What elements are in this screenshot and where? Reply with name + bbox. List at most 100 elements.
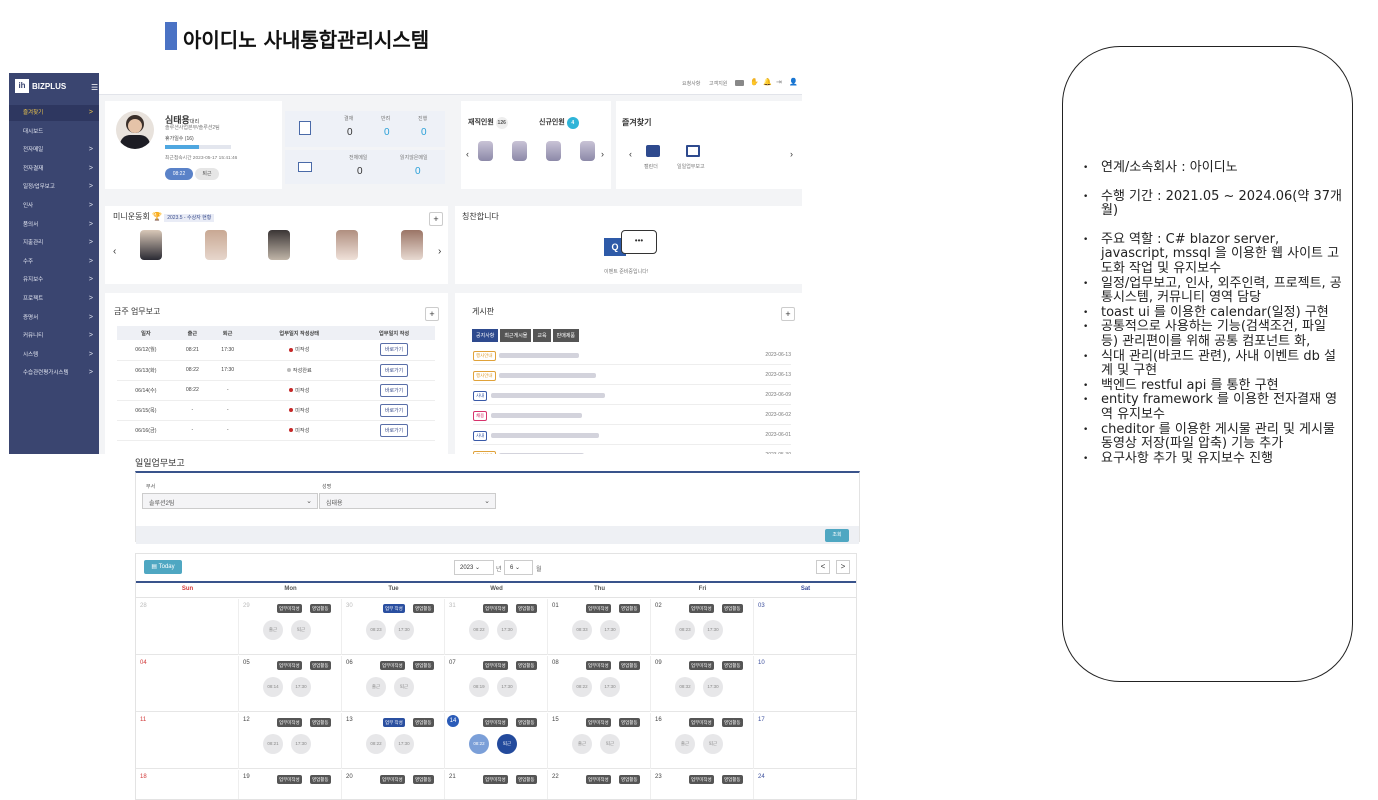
rejected-count[interactable]: 0 xyxy=(384,127,390,138)
sidebar-item[interactable]: 증명서 > xyxy=(9,310,99,326)
sales-activity-tag[interactable]: 영업활동 xyxy=(310,661,331,670)
sidebar-item[interactable]: 지출관리 > xyxy=(9,235,99,251)
calendar-day[interactable]: 08 업무미작성 영업활동 08:22 17:30 xyxy=(548,656,651,712)
sidebar-item[interactable]: 전자메일 > xyxy=(9,142,99,158)
menu-collapse-icon[interactable]: ☰ xyxy=(91,83,98,92)
report-status-tag[interactable]: 업무미작성 xyxy=(277,775,302,784)
report-status-tag[interactable]: 업무미작성 xyxy=(277,718,302,727)
board-tab[interactable]: 판매제품 xyxy=(552,329,580,342)
calendar-day[interactable]: 29 업무미작성 영업활동 출근 퇴근 xyxy=(239,599,342,655)
approval-count[interactable]: 0 xyxy=(347,127,353,138)
board-row[interactable]: 행사안내 2023-06-13 xyxy=(473,346,791,365)
hand-icon[interactable]: ✋ xyxy=(750,78,759,86)
calendar-day[interactable]: 07 업무미작성 영업활동 08:19 17:30 xyxy=(445,656,548,712)
calendar-day[interactable]: 16 업무미작성 영업활동 출근 퇴근 xyxy=(651,713,754,769)
sidebar-item[interactable]: 수주 > xyxy=(9,254,99,270)
calendar-day[interactable]: 06 업무미작성 영업활동 출근 퇴근 xyxy=(342,656,445,712)
sales-activity-tag[interactable]: 영업활동 xyxy=(310,775,331,784)
year-select[interactable]: 2023 ⌄ xyxy=(454,560,494,575)
staff-prev-icon[interactable]: ‹ xyxy=(466,149,469,159)
sales-activity-tag[interactable]: 영업활동 xyxy=(722,661,743,670)
board-tab[interactable]: 최근게시물 xyxy=(500,329,532,342)
calendar-day[interactable]: 24 xyxy=(754,770,856,799)
today-button[interactable]: ▤ Today xyxy=(144,560,182,574)
sidebar-item[interactable]: 즐겨찾기 > xyxy=(9,105,99,121)
sales-activity-tag[interactable]: 영업활동 xyxy=(619,775,640,784)
board-row[interactable]: 행사안내 2023-06-13 xyxy=(473,366,791,385)
mini-sports-add-button[interactable]: + xyxy=(429,212,443,226)
favorites-prev-icon[interactable]: ‹ xyxy=(629,149,632,159)
calendar-day[interactable]: 23 업무미작성 영업활동 xyxy=(651,770,754,799)
report-status-tag[interactable]: 업무미작성 xyxy=(586,718,611,727)
calendar-day[interactable]: 22 업무미작성 영업활동 xyxy=(548,770,651,799)
logout-icon[interactable]: ⇥ xyxy=(776,78,782,86)
calendar-day[interactable]: 09 업무미작성 영업활동 08:32 17:30 xyxy=(651,656,754,712)
board-add-button[interactable]: + xyxy=(781,307,795,321)
unread-mail-count[interactable]: 0 xyxy=(415,166,421,177)
calendar-day[interactable]: 31 업무미작성 영업활동 08:22 17:30 xyxy=(445,599,548,655)
calendar-day[interactable]: 04 xyxy=(136,656,239,712)
go-button[interactable]: 바로가기 xyxy=(379,423,409,437)
sales-activity-tag[interactable]: 영업활동 xyxy=(619,604,640,613)
month-select[interactable]: 6 ⌄ xyxy=(504,560,533,575)
sales-activity-tag[interactable]: 영업활동 xyxy=(722,718,743,727)
calendar-chat-icon[interactable] xyxy=(646,145,660,157)
calendar-day[interactable]: 20 업무미작성 영업활동 xyxy=(342,770,445,799)
sales-activity-tag[interactable]: 영업활동 xyxy=(310,718,331,727)
calendar-day[interactable]: 02 업무미작성 영업활동 08:23 17:30 xyxy=(651,599,754,655)
name-select[interactable]: 심태용 ⌄ xyxy=(319,493,496,509)
report-status-tag[interactable]: 업무미작성 xyxy=(586,661,611,670)
search-button[interactable]: 조회 xyxy=(825,529,849,542)
calendar-day[interactable]: 01 업무미작성 영업활동 08:33 17:30 xyxy=(548,599,651,655)
sales-activity-tag[interactable]: 영업활동 xyxy=(619,718,640,727)
dept-select[interactable]: 솔루션2팀 ⌄ xyxy=(142,493,318,509)
report-status-tag[interactable]: 업무미작성 xyxy=(483,661,508,670)
board-row[interactable]: 채용 2023-06-02 xyxy=(473,406,791,425)
report-status-tag[interactable]: 업무미작성 xyxy=(483,775,508,784)
go-button[interactable]: 바로가기 xyxy=(379,363,409,377)
go-button[interactable]: 바로가기 xyxy=(379,343,409,357)
sidebar-item[interactable]: 수습관련평가시스템 > xyxy=(9,365,99,381)
sales-activity-tag[interactable]: 영업활동 xyxy=(619,661,640,670)
calendar-day[interactable]: 18 xyxy=(136,770,239,799)
favorite-daily-report[interactable]: 일일업무보고 xyxy=(677,163,705,170)
sales-activity-tag[interactable]: 영업활동 xyxy=(516,661,537,670)
all-mail-count[interactable]: 0 xyxy=(357,166,363,177)
mini-sports-next-icon[interactable]: › xyxy=(438,246,441,257)
report-status-tag[interactable]: 업무 작성 xyxy=(383,604,405,613)
report-status-tag[interactable]: 업무미작성 xyxy=(586,604,611,613)
calendar-day[interactable]: 28 xyxy=(136,599,239,655)
check-in-button[interactable]: 08:22 xyxy=(165,168,193,180)
user-icon[interactable]: 👤 xyxy=(789,78,798,86)
staff-next-icon[interactable]: › xyxy=(601,149,604,159)
report-status-tag[interactable]: 업무미작성 xyxy=(483,718,508,727)
calendar-day[interactable]: 05 업무미작성 영업활동 08:14 17:30 xyxy=(239,656,342,712)
calendar-day[interactable]: 10 xyxy=(754,656,856,712)
board-row[interactable]: 사내 2023-06-09 xyxy=(473,386,791,405)
calendar-day[interactable]: 12 업무미작성 영업활동 08:21 17:30 xyxy=(239,713,342,769)
sidebar-item[interactable]: 품의서 > xyxy=(9,217,99,233)
sidebar-item[interactable]: 전자결재 > xyxy=(9,161,99,177)
next-month-button[interactable]: > xyxy=(836,560,850,574)
report-status-tag[interactable]: 업무미작성 xyxy=(277,604,302,613)
sales-activity-tag[interactable]: 영업활동 xyxy=(722,604,743,613)
sales-activity-tag[interactable]: 영업활동 xyxy=(516,775,537,784)
app-logo[interactable]: ih BIZPLUS xyxy=(15,79,93,97)
calendar-day[interactable]: 14 업무미작성 영업활동 08:22 퇴근 xyxy=(445,713,548,769)
calendar-day[interactable]: 19 업무미작성 영업활동 xyxy=(239,770,342,799)
board-tab[interactable]: 공지사항 xyxy=(472,329,499,342)
report-status-tag[interactable]: 업무미작성 xyxy=(689,661,714,670)
sales-activity-tag[interactable]: 영업활동 xyxy=(413,718,434,727)
go-button[interactable]: 바로가기 xyxy=(379,403,409,417)
report-status-tag[interactable]: 업무미작성 xyxy=(380,775,405,784)
board-tab[interactable]: 교육 xyxy=(533,329,551,342)
sidebar-item[interactable]: 일정/업무보고 > xyxy=(9,179,99,195)
topbar-link-support[interactable]: 고객지원 xyxy=(709,80,727,87)
progress-count[interactable]: 0 xyxy=(421,127,427,138)
daily-report-icon[interactable] xyxy=(686,145,700,157)
report-status-tag[interactable]: 업무미작성 xyxy=(483,604,508,613)
calendar-day[interactable]: 03 xyxy=(754,599,856,655)
sidebar-item[interactable]: 프로젝트 > xyxy=(9,291,99,307)
calendar-day[interactable]: 15 업무미작성 영업활동 출근 퇴근 xyxy=(548,713,651,769)
favorites-next-icon[interactable]: › xyxy=(790,149,793,159)
